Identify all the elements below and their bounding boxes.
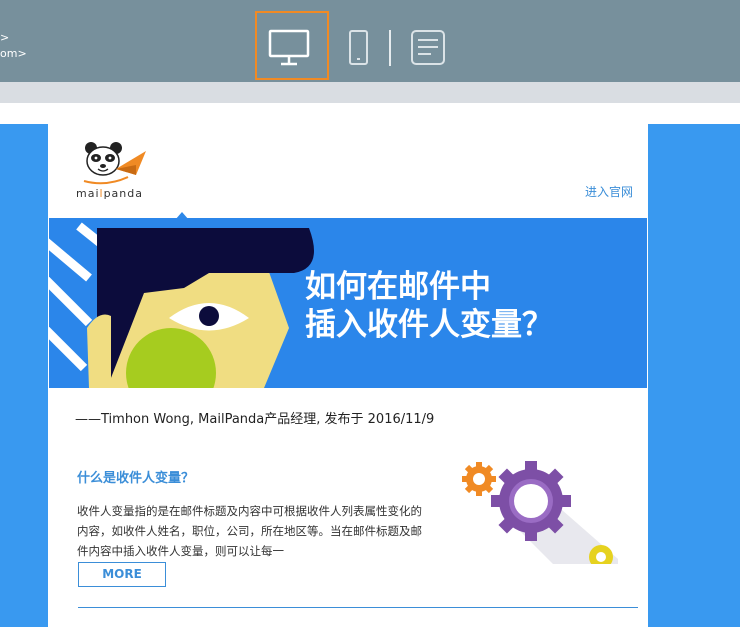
banner-title: 如何在邮件中 插入收件人变量？ bbox=[305, 268, 553, 344]
email-card: mailpanda 进入官网 如何在邮件中 插入收件人变量？ ——Timhon … bbox=[48, 124, 648, 627]
document-icon bbox=[411, 30, 445, 65]
sender-address-fragment: > om> bbox=[0, 30, 27, 62]
article-byline: ——Timhon Wong, MailPanda产品经理, 发布于 2016/1… bbox=[75, 412, 435, 427]
text-view-button[interactable] bbox=[391, 11, 465, 80]
banner-title-line-2: 插入收件人变量？ bbox=[305, 307, 553, 343]
preview-toolbar: > om> bbox=[0, 0, 740, 82]
section-divider bbox=[78, 607, 638, 608]
banner-title-line-1: 如何在邮件中 bbox=[305, 269, 491, 305]
section-body: 收件人变量指的是在邮件标题及内容中可根据收件人列表属性变化的内容，如收件人姓名，… bbox=[77, 504, 422, 558]
from-line-2: om> bbox=[0, 47, 27, 60]
mobile-view-button[interactable] bbox=[322, 11, 396, 80]
toolbar-subbar bbox=[0, 82, 740, 103]
section-heading: 什么是收件人变量？ bbox=[77, 471, 195, 486]
brand-text-3: panda bbox=[103, 187, 143, 200]
monitor-icon bbox=[268, 29, 310, 66]
article-banner: 如何在邮件中 插入收件人变量？ bbox=[49, 218, 647, 388]
from-line-1: > bbox=[0, 31, 10, 44]
phone-icon bbox=[349, 30, 368, 65]
brand-text-1: mai bbox=[76, 187, 100, 200]
more-button[interactable]: MORE bbox=[78, 562, 166, 587]
visit-website-link[interactable]: 进入官网 bbox=[585, 183, 633, 200]
desktop-view-button[interactable] bbox=[255, 11, 329, 80]
brand-wordmark: mailpanda bbox=[76, 187, 143, 200]
gears-illustration bbox=[462, 461, 618, 564]
